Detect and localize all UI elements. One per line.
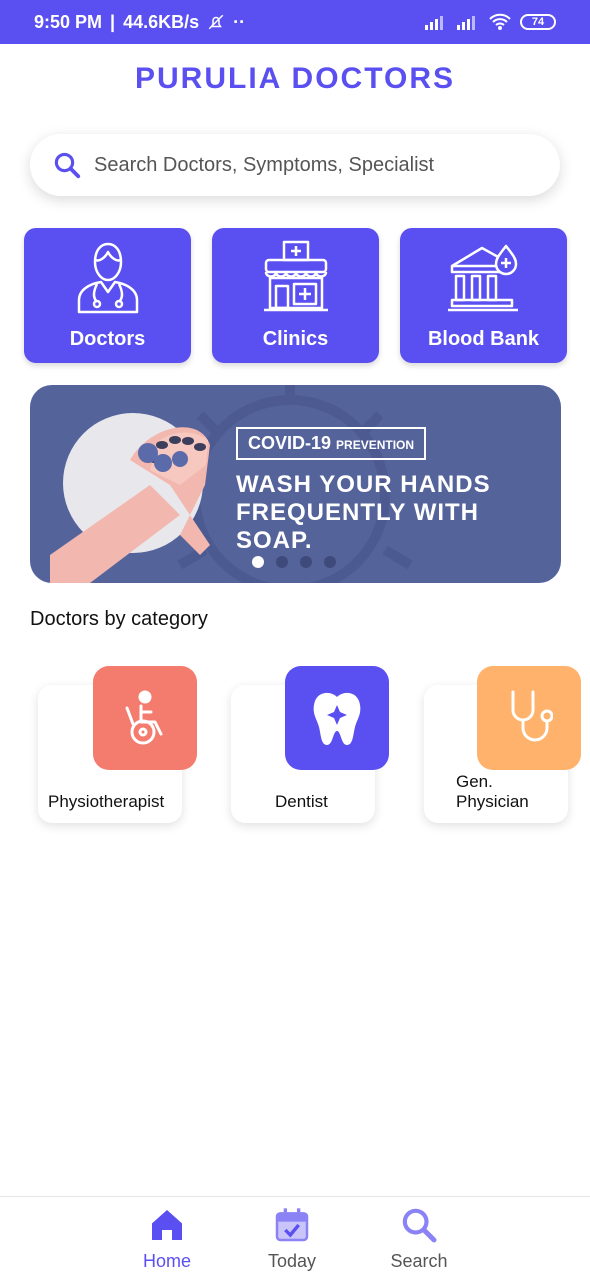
banner-headline-line3: SOAP.: [236, 527, 313, 554]
clinics-tile-label: Clinics: [262, 328, 329, 350]
wheelchair-icon-tile: [93, 666, 197, 770]
covid-banner[interactable]: COVID-19 PREVENTION WASH YOUR HANDS FREQ…: [30, 385, 561, 583]
stethoscope-icon-tile: [477, 666, 581, 770]
banner-tag: COVID-19 PREVENTION: [236, 427, 427, 460]
doctor-icon: [77, 242, 138, 314]
home-icon: [152, 1210, 182, 1240]
wheelchair-icon: [125, 690, 163, 745]
search-icon: [54, 152, 81, 179]
category-label: Gen. Physician: [456, 772, 529, 812]
status-separator: |: [110, 11, 116, 32]
carousel-dot-4[interactable]: [324, 556, 336, 568]
banner-headline-line1: WASH YOUR HANDS: [236, 471, 491, 498]
doctors-tile-label: Doctors: [69, 328, 146, 350]
tooth-icon: [313, 692, 361, 745]
wifi-icon: [489, 13, 511, 30]
stethoscope-icon: [511, 690, 553, 742]
blood-bank-icon: [447, 244, 518, 312]
signal-icon: [425, 16, 443, 30]
carousel-dot-3[interactable]: [300, 556, 312, 568]
category-label: Physiotherapist: [48, 792, 165, 811]
nav-home[interactable]: Home: [122, 1205, 212, 1272]
carousel-dot-1[interactable]: [252, 556, 264, 568]
banner-tag-main: COVID-19: [248, 433, 332, 453]
carousel-dot-2[interactable]: [276, 556, 288, 568]
battery-indicator: 74: [520, 14, 556, 30]
nav-today[interactable]: Today: [247, 1205, 337, 1272]
banner-headline: WASH YOUR HANDS FREQUENTLY WITH SOAP.: [236, 471, 536, 555]
app-title: PURULIA DOCTORS: [134, 62, 455, 95]
section-title: Doctors by category: [30, 608, 208, 630]
status-time: 9:50 PM: [34, 11, 103, 32]
bell-off-icon: [208, 14, 224, 30]
nav-search[interactable]: Search: [374, 1205, 464, 1272]
nav-today-label: Today: [267, 1251, 317, 1271]
screen: 9:50 PM | 44.6KB/s ·· 74 PURULIA DOCTORS: [0, 0, 590, 1280]
search-icon: [402, 1208, 437, 1243]
calendar-icon: [275, 1208, 309, 1242]
banner-tag-small: PREVENTION: [336, 438, 415, 452]
tooth-icon-tile: [285, 666, 389, 770]
nav-search-label: Search: [390, 1251, 448, 1271]
search-input[interactable]: [94, 153, 534, 177]
clinic-icon: [263, 240, 328, 312]
category-label: Dentist: [275, 792, 328, 811]
doctors-tile[interactable]: Doctors: [24, 228, 191, 363]
status-speed: 44.6KB/s: [123, 11, 200, 32]
search-bar[interactable]: [30, 134, 560, 196]
blood-bank-tile[interactable]: Blood Bank: [400, 228, 567, 363]
blood-bank-tile-label: Blood Bank: [427, 328, 540, 350]
status-bar: 9:50 PM | 44.6KB/s ·· 74: [0, 0, 590, 44]
bottom-navigation: Home Today Search: [0, 1196, 590, 1280]
banner-headline-line2: FREQUENTLY WITH: [236, 499, 480, 526]
status-extra: ··: [233, 11, 246, 32]
carousel-dots: [252, 556, 336, 568]
category-label-line1: Gen.: [456, 772, 493, 791]
clinics-tile[interactable]: Clinics: [212, 228, 379, 363]
category-label-line2: Physician: [456, 792, 529, 811]
main-tiles: Doctors Clinics Blood Bank: [24, 228, 567, 363]
signal-icon-2: [457, 16, 475, 30]
nav-home-label: Home: [142, 1251, 191, 1271]
status-left: 9:50 PM | 44.6KB/s ··: [34, 12, 245, 33]
status-right: 74: [424, 13, 556, 31]
